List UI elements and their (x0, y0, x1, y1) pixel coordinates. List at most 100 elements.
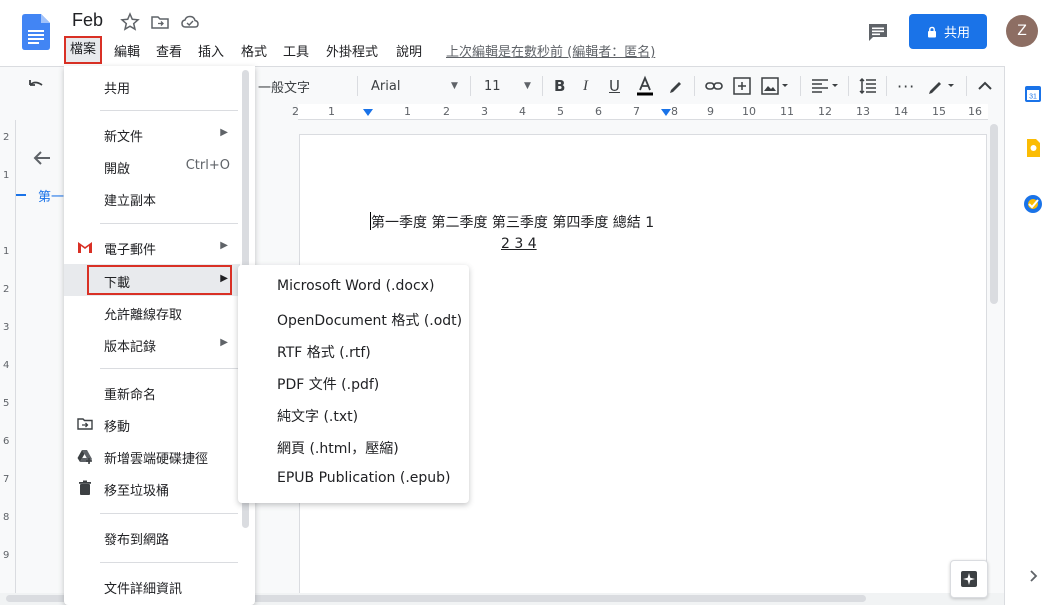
download-pdf[interactable]: PDF 文件 (.pdf) (238, 367, 469, 399)
download-rtf[interactable]: RTF 格式 (.rtf) (238, 335, 469, 367)
explore-button[interactable] (950, 560, 988, 598)
account-avatar[interactable]: Z (1006, 15, 1038, 47)
left-indent-marker-icon[interactable] (362, 108, 374, 118)
align-left-icon[interactable] (810, 75, 840, 97)
document-text-line[interactable]: 第一季度 第二季度 第三季度 第四季度 總結 1 (371, 212, 654, 232)
link-icon[interactable] (703, 75, 725, 97)
menu-item-label: 允許離線存取 (104, 308, 183, 323)
file-menu-add-shortcut[interactable]: 新增雲端硬碟捷徑 (64, 440, 240, 472)
collapse-toolbar-icon[interactable] (976, 75, 994, 97)
share-button[interactable]: 共用 (909, 14, 987, 49)
style-select[interactable]: 一般文字 (258, 75, 358, 97)
ruler-tick-label: 2 (443, 105, 450, 118)
download-html[interactable]: 網頁 (.html，壓縮) (238, 431, 469, 463)
outline-item[interactable]: 第一 (38, 186, 64, 205)
cloud-status-icon[interactable] (180, 12, 200, 32)
file-menu-share[interactable]: 共用 (64, 70, 240, 102)
file-menu-details[interactable]: 文件詳細資訊 (64, 570, 240, 602)
menu-help[interactable]: 說明 (396, 41, 422, 60)
file-menu-trash[interactable]: 移至垃圾桶 (64, 472, 240, 504)
toolbar-divider (357, 76, 358, 96)
submenu-arrow-icon: ▶ (220, 127, 228, 138)
italic-button[interactable]: I (583, 75, 588, 97)
gmail-icon (78, 242, 92, 253)
menu-item-label: 網頁 (.html，壓縮) (277, 441, 399, 457)
download-docx[interactable]: Microsoft Word (.docx) (238, 271, 469, 303)
menu-insert[interactable]: 插入 (198, 41, 224, 60)
file-menu-version-history[interactable]: 版本記錄 ▶ (64, 328, 240, 360)
star-icon[interactable] (120, 12, 140, 32)
menu-edit[interactable]: 編輯 (114, 41, 140, 60)
vertical-ruler[interactable]: 2 1 1 2 3 4 5 6 7 8 9 (0, 120, 16, 605)
menu-addons[interactable]: 外掛程式 (326, 41, 378, 60)
font-size-select[interactable]: 11 ▼ (484, 75, 534, 97)
insert-image-icon[interactable] (760, 75, 790, 97)
download-txt[interactable]: 純文字 (.txt) (238, 399, 469, 431)
menu-format[interactable]: 格式 (241, 41, 267, 60)
toolbar-divider (848, 76, 849, 96)
toolbar-divider (800, 76, 801, 96)
menu-item-label: 純文字 (.txt) (277, 409, 359, 425)
download-odt[interactable]: OpenDocument 格式 (.odt) (238, 303, 469, 335)
file-menu-move[interactable]: 移動 (64, 408, 240, 440)
comment-history-icon[interactable] (864, 18, 892, 46)
undo-icon[interactable] (26, 75, 46, 97)
ruler-ticks: 2 1 1 2 3 4 5 6 7 8 9 10 11 12 13 14 15 … (292, 105, 988, 119)
menu-item-label: 開啟 (104, 162, 131, 177)
back-arrow-icon[interactable] (30, 146, 54, 170)
calendar-icon[interactable]: 31 (1023, 84, 1043, 104)
toolbar-divider (966, 76, 967, 96)
highlight-pen-icon[interactable] (666, 75, 686, 97)
docs-logo-icon[interactable] (22, 14, 50, 50)
menu-item-label: 發布到網路 (104, 533, 170, 548)
editing-mode-icon[interactable] (926, 75, 958, 97)
menu-file[interactable]: 檔案 (64, 36, 103, 64)
last-edit-link[interactable]: 上次編輯是在數秒前 (編輯者：匿名) (446, 41, 655, 60)
file-menu: 共用 新文件 ▶ 開啟 Ctrl+O 建立副本 電子郵件 ▶ 下載 ▶ 允許離線… (64, 66, 255, 605)
ruler-tick-label: 2 (3, 132, 10, 143)
drive-shortcut-icon (77, 450, 92, 464)
expand-side-panel-icon[interactable] (1023, 566, 1043, 586)
menu-item-label: EPUB Publication (.epub) (277, 470, 451, 486)
font-select[interactable]: Arial ▼ (371, 75, 461, 97)
file-menu-open[interactable]: 開啟 Ctrl+O (64, 150, 240, 182)
menu-divider (100, 223, 238, 224)
file-menu-new[interactable]: 新文件 ▶ (64, 118, 240, 150)
move-folder-icon[interactable] (150, 12, 170, 32)
file-menu-publish[interactable]: 發布到網路 (64, 521, 240, 553)
menu-item-label: OpenDocument 格式 (.odt) (277, 313, 463, 329)
ruler-tick-label: 4 (519, 105, 526, 118)
keep-icon[interactable] (1023, 138, 1043, 158)
ruler-tick-label: 3 (481, 105, 488, 118)
text-color-icon[interactable] (634, 75, 656, 97)
horizontal-ruler[interactable]: 2 1 1 2 3 4 5 6 7 8 9 10 11 12 13 14 15 … (292, 104, 988, 120)
line-spacing-icon[interactable] (858, 75, 878, 97)
toolbar-divider (694, 76, 695, 96)
more-options-icon[interactable]: ··· (897, 75, 915, 97)
download-epub[interactable]: EPUB Publication (.epub) (238, 463, 469, 495)
menu-divider (100, 110, 238, 111)
underline-button[interactable]: U (609, 75, 620, 97)
ruler-tick-label: 6 (3, 436, 10, 447)
bold-button[interactable]: B (554, 75, 565, 97)
toolbar-divider (470, 76, 471, 96)
right-indent-marker-icon[interactable] (660, 108, 672, 118)
font-select-label: Arial (371, 78, 401, 94)
file-menu-make-copy[interactable]: 建立副本 (64, 182, 240, 214)
app-window: Feb 檔案 編輯 查看 插入 格式 工具 外掛程式 說明 上次編輯是在數秒前 … (0, 0, 1059, 605)
ruler-tick-label: 1 (404, 105, 411, 118)
file-menu-rename[interactable]: 重新命名 (64, 376, 240, 408)
ruler-tick-label: 2 (292, 105, 299, 118)
add-comment-icon[interactable] (732, 75, 752, 97)
file-menu-email[interactable]: 電子郵件 ▶ (64, 231, 240, 263)
tasks-icon[interactable] (1023, 194, 1043, 214)
lock-icon (927, 26, 936, 37)
menu-view[interactable]: 查看 (156, 41, 182, 60)
menu-tools[interactable]: 工具 (283, 41, 309, 60)
menu-item-label: Microsoft Word (.docx) (277, 278, 435, 294)
vertical-scrollbar-thumb[interactable] (990, 124, 998, 304)
svg-text:31: 31 (1029, 94, 1037, 101)
document-text-line[interactable]: 2 3 4 (501, 236, 537, 252)
document-title[interactable]: Feb (72, 10, 103, 31)
file-menu-offline[interactable]: 允許離線存取 (64, 296, 240, 328)
